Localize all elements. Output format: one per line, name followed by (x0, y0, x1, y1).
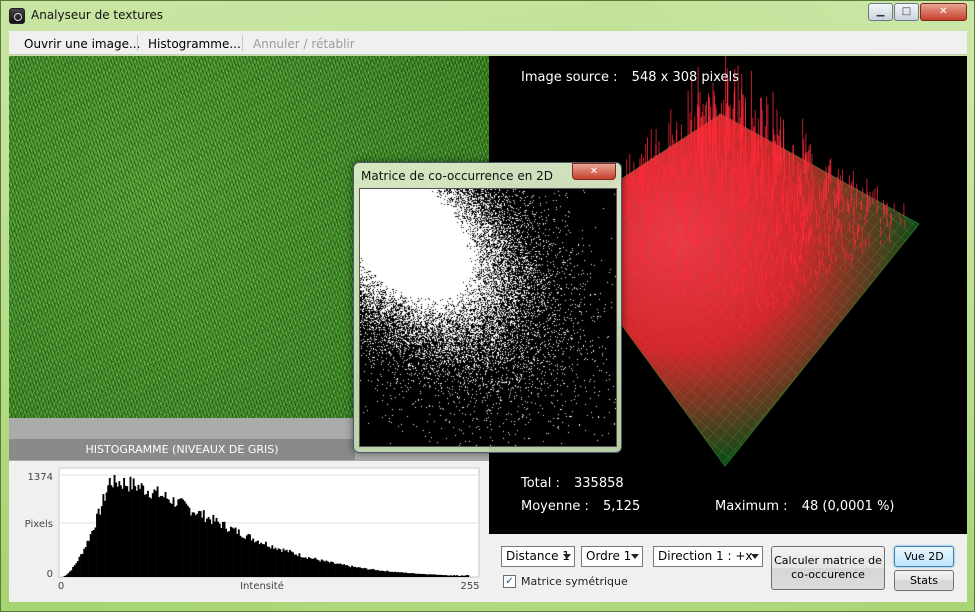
open-image-button[interactable]: Ouvrir une image... (16, 33, 148, 53)
histogram-y-min-label: 0 (47, 569, 53, 580)
image-source-info: Image source : 548 x 308 pixels (521, 70, 739, 85)
cooccurrence-2d-dialog: Matrice de co-occurrence en 2D ✕ (353, 162, 622, 453)
maximum-value: 48 (0,0001 %) (801, 499, 895, 514)
maximum-label: Maximum : (715, 499, 788, 514)
histogram-button[interactable]: Histogramme... (140, 33, 249, 53)
stats-button[interactable]: Stats (894, 570, 954, 591)
distance-select-value: Distance 1 (506, 549, 570, 563)
chevron-down-icon (631, 554, 639, 559)
chevron-down-icon (563, 554, 571, 559)
dialog-title: Matrice de co-occurrence en 2D (361, 169, 553, 183)
histogram-x-axis-title: Intensité (240, 580, 284, 592)
histogram-chart: 1374 Pixels 0 0 Intensité 255 (25, 467, 480, 592)
histogram-x-min-label: 0 (58, 581, 64, 592)
dialog-close-button[interactable]: ✕ (572, 163, 616, 180)
close-button[interactable]: ✕ (920, 3, 967, 21)
chevron-down-icon (751, 554, 759, 559)
maximize-button[interactable]: □ (894, 3, 919, 21)
histogram-x-max-label: 255 (460, 581, 479, 592)
mean-info: Moyenne : 5,125 (521, 499, 640, 514)
view-2d-button[interactable]: Vue 2D (894, 546, 954, 567)
compute-matrix-button[interactable]: Calculer matrice de co-occurence (771, 546, 885, 590)
toolbar: Ouvrir une image... Histogramme... Annul… (9, 31, 967, 55)
cooccurrence-2d-matrix (359, 188, 617, 447)
order-select[interactable]: Ordre 1 (581, 546, 643, 567)
undo-redo-button[interactable]: Annuler / rétablir (245, 33, 363, 53)
minimize-button[interactable]: ▁ (868, 3, 893, 21)
maximum-info: Maximum : 48 (0,0001 %) (715, 499, 895, 514)
total-info: Total : 335858 (521, 476, 624, 491)
controls-panel: Distance 1 Ordre 1 Direction 1 : +x ✓ Ma… (489, 534, 967, 602)
window-title: Analyseur de textures (31, 8, 163, 22)
compute-matrix-label-line2: co-occurence (791, 568, 865, 581)
histogram-y-max-label: 1374 (28, 472, 53, 483)
camera-icon (9, 8, 25, 24)
image-source-label: Image source : (521, 70, 618, 85)
histogram-bar (467, 575, 470, 577)
image-source-value: 548 x 308 pixels (631, 70, 739, 85)
symmetric-matrix-checkbox[interactable]: ✓ (503, 575, 516, 588)
mean-label: Moyenne : (521, 499, 589, 514)
total-value: 335858 (574, 476, 624, 491)
histogram-y-axis-title: Pixels (25, 519, 53, 530)
order-select-value: Ordre 1 (586, 549, 632, 563)
title-bar[interactable]: Analyseur de textures ▁ □ ✕ (1, 1, 974, 31)
histogram-panel: 1374 Pixels 0 0 Intensité 255 (9, 461, 489, 602)
histogram-header: HISTOGRAMME (NIVEAUX DE GRIS) (9, 439, 355, 460)
distance-select[interactable]: Distance 1 (501, 546, 575, 567)
total-label: Total : (521, 476, 560, 491)
symmetric-matrix-label: Matrice symétrique (521, 575, 628, 588)
toolbar-separator (242, 35, 243, 51)
direction-select[interactable]: Direction 1 : +x (653, 546, 763, 567)
direction-select-value: Direction 1 : +x (658, 549, 753, 563)
mean-value: 5,125 (603, 499, 641, 514)
main-window: Analyseur de textures ▁ □ ✕ Ouvrir une i… (0, 0, 975, 612)
toolbar-separator (137, 35, 138, 51)
compute-matrix-label-line1: Calculer matrice de (774, 554, 882, 567)
